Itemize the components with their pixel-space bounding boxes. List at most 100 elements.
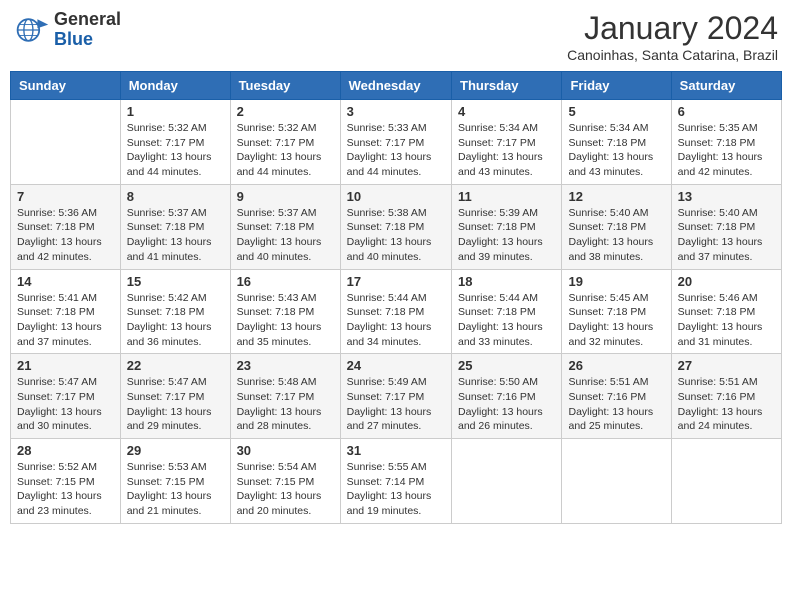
calendar-day-cell: 18 Sunrise: 5:44 AM Sunset: 7:18 PM Dayli… [452,269,562,354]
day-info: Sunrise: 5:41 AM Sunset: 7:18 PM Dayligh… [17,291,114,350]
weekday-header-cell: Tuesday [230,72,340,100]
day-info: Sunrise: 5:37 AM Sunset: 7:18 PM Dayligh… [127,206,224,265]
calendar-week-row: 1 Sunrise: 5:32 AM Sunset: 7:17 PM Daylig… [11,100,782,185]
calendar-day-cell: 21Sunrise: 5:47 AM Sunset: 7:17 PM Dayli… [11,354,121,439]
calendar-day-cell: 1 Sunrise: 5:32 AM Sunset: 7:17 PM Daylig… [120,100,230,185]
day-info: Sunrise: 5:36 AM Sunset: 7:18 PM Dayligh… [17,206,114,265]
weekday-header-cell: Friday [562,72,671,100]
day-number: 4 [458,104,555,119]
header: General Blue January 2024 Canoinhas, San… [10,10,782,63]
calendar-day-cell: 8Sunrise: 5:37 AM Sunset: 7:18 PM Daylig… [120,184,230,269]
day-number: 7 [17,189,114,204]
day-info: Sunrise: 5:50 AM Sunset: 7:16 PM Dayligh… [458,375,555,434]
calendar-day-cell: 4 Sunrise: 5:34 AM Sunset: 7:17 PM Daylig… [452,100,562,185]
day-number: 1 [127,104,224,119]
day-info: Sunrise: 5:45 AM Sunset: 7:18 PM Dayligh… [568,291,664,350]
day-number: 14 [17,274,114,289]
weekday-header-cell: Monday [120,72,230,100]
day-number: 16 [237,274,334,289]
logo-text: General Blue [54,10,121,50]
day-info: Sunrise: 5:40 AM Sunset: 7:18 PM Dayligh… [568,206,664,265]
day-info: Sunrise: 5:42 AM Sunset: 7:18 PM Dayligh… [127,291,224,350]
calendar-day-cell: 19 Sunrise: 5:45 AM Sunset: 7:18 PM Dayli… [562,269,671,354]
day-number: 6 [678,104,775,119]
day-info: Sunrise: 5:47 AM Sunset: 7:17 PM Dayligh… [127,375,224,434]
day-info: Sunrise: 5:33 AM Sunset: 7:17 PM Dayligh… [347,121,445,180]
day-number: 18 [458,274,555,289]
calendar-day-cell: 26 Sunrise: 5:51 AM Sunset: 7:16 PM Dayli… [562,354,671,439]
day-info: Sunrise: 5:46 AM Sunset: 7:18 PM Dayligh… [678,291,775,350]
day-info: Sunrise: 5:55 AM Sunset: 7:14 PM Dayligh… [347,460,445,519]
month-title: January 2024 [567,10,778,47]
calendar-day-cell: 14 Sunrise: 5:41 AM Sunset: 7:18 PM Dayli… [11,269,121,354]
day-number: 9 [237,189,334,204]
day-info: Sunrise: 5:47 AM Sunset: 7:17 PM Dayligh… [17,375,114,434]
calendar-day-cell: 11Sunrise: 5:39 AM Sunset: 7:18 PM Dayli… [452,184,562,269]
day-info: Sunrise: 5:51 AM Sunset: 7:16 PM Dayligh… [568,375,664,434]
calendar-day-cell: 17 Sunrise: 5:44 AM Sunset: 7:18 PM Dayli… [340,269,451,354]
calendar-day-cell: 29Sunrise: 5:53 AM Sunset: 7:15 PM Dayli… [120,439,230,524]
day-number: 3 [347,104,445,119]
day-number: 12 [568,189,664,204]
weekday-header-cell: Sunday [11,72,121,100]
day-info: Sunrise: 5:35 AM Sunset: 7:18 PM Dayligh… [678,121,775,180]
day-number: 22 [127,358,224,373]
title-area: January 2024 Canoinhas, Santa Catarina, … [567,10,778,63]
calendar-week-row: 28Sunrise: 5:52 AM Sunset: 7:15 PM Dayli… [11,439,782,524]
day-number: 24 [347,358,445,373]
calendar-day-cell: 13 Sunrise: 5:40 AM Sunset: 7:18 PM Dayli… [671,184,781,269]
day-number: 23 [237,358,334,373]
calendar-day-cell: 6 Sunrise: 5:35 AM Sunset: 7:18 PM Daylig… [671,100,781,185]
calendar-day-cell: 7 Sunrise: 5:36 AM Sunset: 7:18 PM Daylig… [11,184,121,269]
day-info: Sunrise: 5:37 AM Sunset: 7:18 PM Dayligh… [237,206,334,265]
logo: General Blue [14,10,121,50]
day-info: Sunrise: 5:44 AM Sunset: 7:18 PM Dayligh… [458,291,555,350]
day-number: 2 [237,104,334,119]
day-info: Sunrise: 5:32 AM Sunset: 7:17 PM Dayligh… [127,121,224,180]
calendar-day-cell [671,439,781,524]
day-info: Sunrise: 5:52 AM Sunset: 7:15 PM Dayligh… [17,460,114,519]
calendar-day-cell: 27Sunrise: 5:51 AM Sunset: 7:16 PM Dayli… [671,354,781,439]
calendar-day-cell: 2 Sunrise: 5:32 AM Sunset: 7:17 PM Daylig… [230,100,340,185]
calendar-table: SundayMondayTuesdayWednesdayThursdayFrid… [10,71,782,524]
day-info: Sunrise: 5:32 AM Sunset: 7:17 PM Dayligh… [237,121,334,180]
calendar-day-cell: 15Sunrise: 5:42 AM Sunset: 7:18 PM Dayli… [120,269,230,354]
day-info: Sunrise: 5:44 AM Sunset: 7:18 PM Dayligh… [347,291,445,350]
day-number: 30 [237,443,334,458]
calendar-day-cell: 12 Sunrise: 5:40 AM Sunset: 7:18 PM Dayli… [562,184,671,269]
calendar-day-cell: 30 Sunrise: 5:54 AM Sunset: 7:15 PM Dayli… [230,439,340,524]
day-number: 20 [678,274,775,289]
day-number: 19 [568,274,664,289]
day-number: 27 [678,358,775,373]
day-number: 25 [458,358,555,373]
day-number: 17 [347,274,445,289]
logo-icon [14,12,50,48]
calendar-day-cell [11,100,121,185]
calendar-week-row: 7 Sunrise: 5:36 AM Sunset: 7:18 PM Daylig… [11,184,782,269]
calendar-day-cell [562,439,671,524]
calendar-week-row: 21Sunrise: 5:47 AM Sunset: 7:17 PM Dayli… [11,354,782,439]
day-info: Sunrise: 5:54 AM Sunset: 7:15 PM Dayligh… [237,460,334,519]
day-info: Sunrise: 5:34 AM Sunset: 7:18 PM Dayligh… [568,121,664,180]
calendar-body: 1 Sunrise: 5:32 AM Sunset: 7:17 PM Daylig… [11,100,782,524]
calendar-day-cell [452,439,562,524]
day-info: Sunrise: 5:34 AM Sunset: 7:17 PM Dayligh… [458,121,555,180]
weekday-header-cell: Wednesday [340,72,451,100]
day-number: 26 [568,358,664,373]
calendar-day-cell: 10Sunrise: 5:38 AM Sunset: 7:18 PM Dayli… [340,184,451,269]
weekday-header-row: SundayMondayTuesdayWednesdayThursdayFrid… [11,72,782,100]
day-number: 31 [347,443,445,458]
day-number: 13 [678,189,775,204]
calendar-day-cell: 22 Sunrise: 5:47 AM Sunset: 7:17 PM Dayli… [120,354,230,439]
calendar-day-cell: 16 Sunrise: 5:43 AM Sunset: 7:18 PM Dayli… [230,269,340,354]
day-info: Sunrise: 5:43 AM Sunset: 7:18 PM Dayligh… [237,291,334,350]
day-number: 11 [458,189,555,204]
day-info: Sunrise: 5:40 AM Sunset: 7:18 PM Dayligh… [678,206,775,265]
day-info: Sunrise: 5:48 AM Sunset: 7:17 PM Dayligh… [237,375,334,434]
day-number: 29 [127,443,224,458]
calendar-day-cell: 24 Sunrise: 5:49 AM Sunset: 7:17 PM Dayli… [340,354,451,439]
calendar-day-cell: 20 Sunrise: 5:46 AM Sunset: 7:18 PM Dayli… [671,269,781,354]
day-info: Sunrise: 5:49 AM Sunset: 7:17 PM Dayligh… [347,375,445,434]
calendar-week-row: 14 Sunrise: 5:41 AM Sunset: 7:18 PM Dayli… [11,269,782,354]
calendar-day-cell: 25 Sunrise: 5:50 AM Sunset: 7:16 PM Dayli… [452,354,562,439]
